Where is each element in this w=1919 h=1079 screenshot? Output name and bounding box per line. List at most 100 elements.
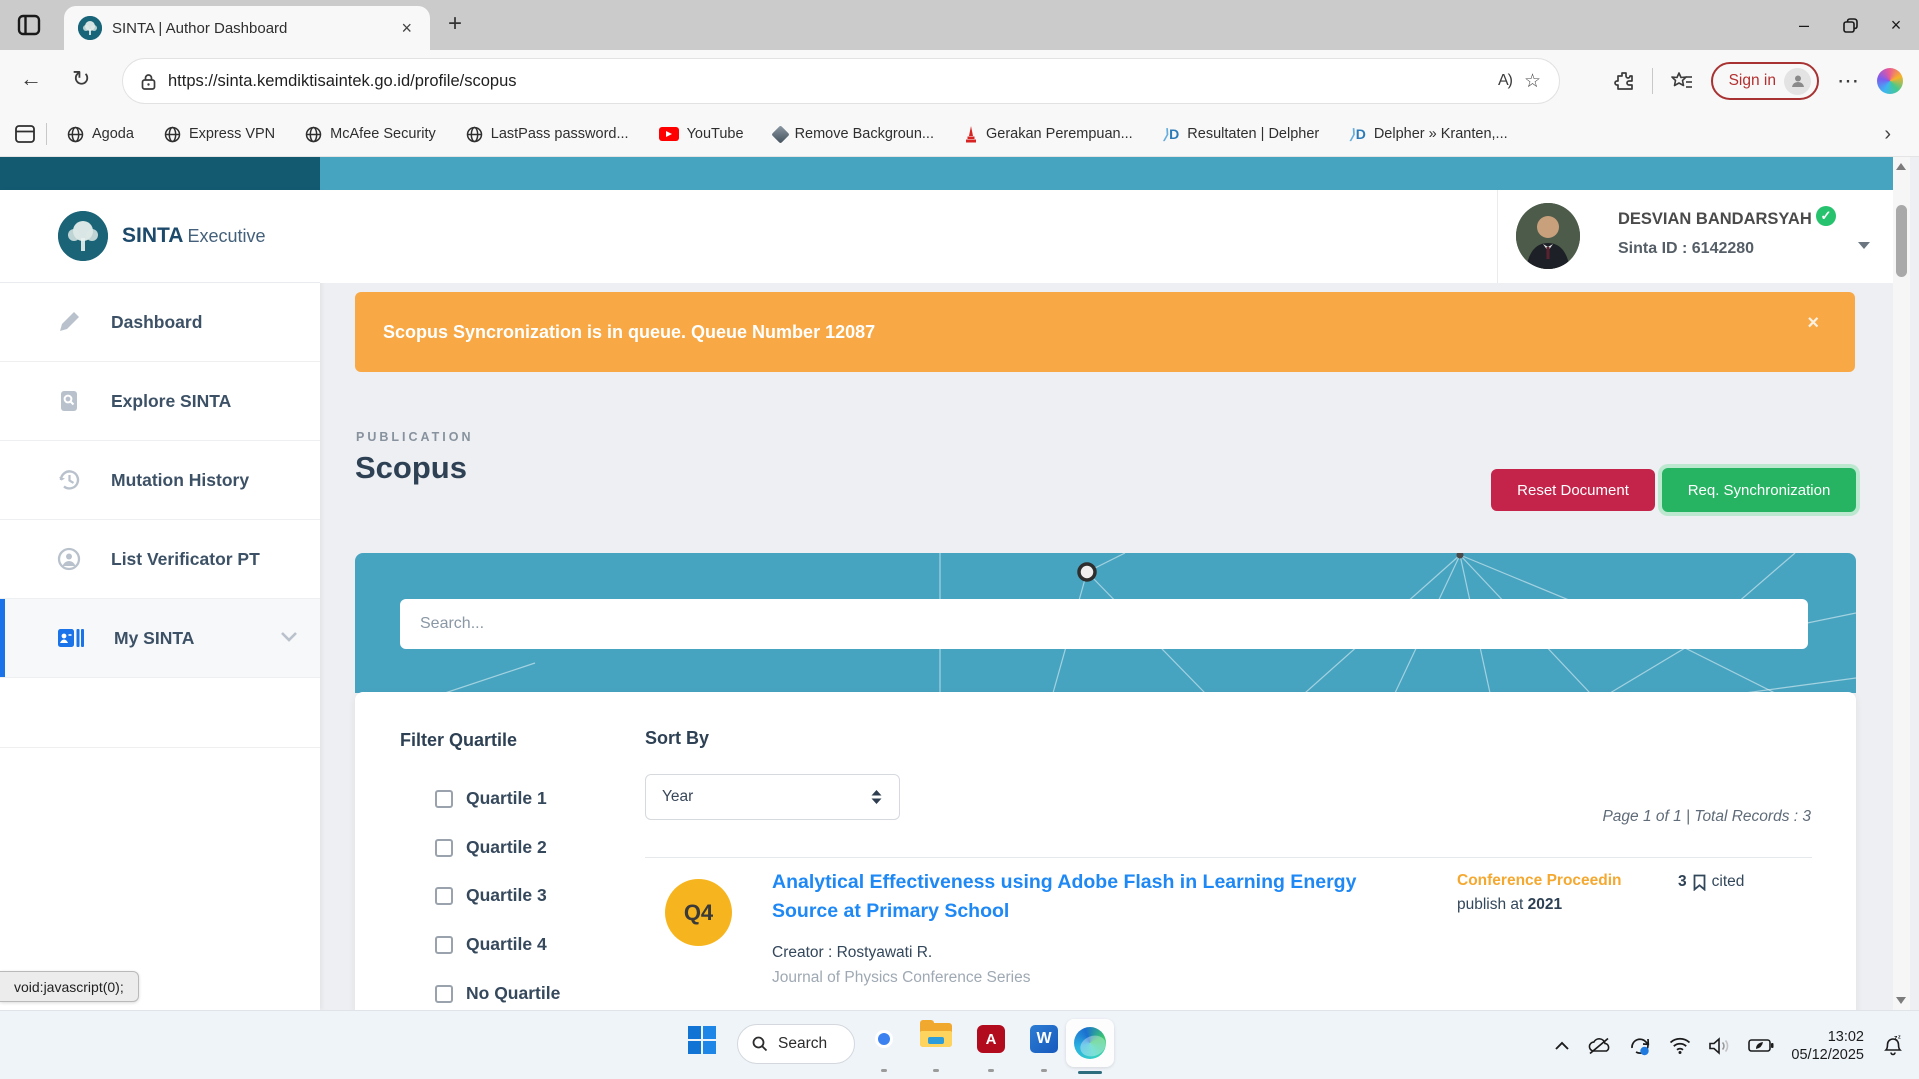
quartile-badge: Q4 — [665, 879, 732, 946]
filter-option-quartile-1[interactable]: Quartile 1 — [435, 788, 547, 809]
sidebar: SINTAExecutive Dashboard Explore SINTA M… — [0, 190, 320, 1010]
extensions-icon[interactable] — [1614, 71, 1634, 91]
favorites-bar-icon[interactable] — [1671, 71, 1693, 91]
window-restore-button[interactable] — [1827, 0, 1873, 50]
user-avatar[interactable] — [1516, 203, 1580, 269]
delpher-icon: ⟩D — [1163, 126, 1180, 143]
publication-title-link[interactable]: Analytical Effectiveness using Adobe Fla… — [772, 868, 1422, 926]
profile-icon — [1784, 68, 1811, 95]
clock-time: 13:02 — [1791, 1028, 1864, 1046]
chevron-down-icon[interactable] — [280, 631, 298, 642]
collections-icon[interactable] — [14, 123, 36, 145]
start-button[interactable] — [688, 1026, 716, 1054]
notification-bell-dnd-icon[interactable]: zz — [1881, 1035, 1905, 1057]
tray-expand-icon[interactable] — [1554, 1041, 1570, 1051]
url-bar[interactable]: https://sinta.kemdiktisaintek.go.id/prof… — [122, 58, 1560, 104]
sort-by-label: Sort By — [645, 728, 709, 749]
bookmark-youtube[interactable]: YouTube — [649, 126, 754, 142]
scroll-up-icon[interactable] — [1896, 163, 1906, 170]
bookmarks-bar: Agoda Express VPN McAfee Security LastPa… — [0, 112, 1919, 157]
bookmark-label: Resultaten | Delpher — [1187, 126, 1319, 142]
edge-icon — [1074, 1027, 1106, 1059]
results-divider — [645, 857, 1812, 858]
favorite-star-icon[interactable]: ☆ — [1524, 70, 1541, 93]
globe-icon — [305, 126, 322, 143]
back-button[interactable]: ← — [20, 66, 42, 92]
taskbar-clock[interactable]: 13:02 05/12/2025 — [1791, 1028, 1864, 1064]
system-tray: 13:02 05/12/2025 zz — [1554, 1011, 1919, 1079]
publication-type: Conference Proceedin — [1457, 872, 1622, 890]
filter-option-quartile-4[interactable]: Quartile 4 — [435, 934, 547, 955]
publication-journal: Journal of Physics Conference Series — [772, 969, 1030, 987]
scrollbar-thumb[interactable] — [1896, 205, 1907, 277]
filter-option-no-quartile[interactable]: No Quartile — [435, 983, 560, 1004]
youtube-icon — [659, 127, 679, 141]
checkbox-label: Quartile 2 — [466, 837, 547, 858]
checkbox[interactable] — [435, 887, 453, 905]
more-menu-icon[interactable]: ⋯ — [1837, 68, 1859, 94]
taskbar-word[interactable]: W — [1030, 1023, 1058, 1053]
read-aloud-icon[interactable]: A) — [1498, 72, 1512, 90]
sidebar-item-list-verificator-pt[interactable]: List Verificator PT — [0, 520, 320, 599]
taskbar-search[interactable]: Search — [737, 1024, 855, 1064]
pencil-icon — [57, 310, 81, 334]
page-title: Scopus — [355, 450, 467, 486]
volume-icon[interactable] — [1708, 1037, 1731, 1055]
checkbox[interactable] — [435, 790, 453, 808]
battery-saver-icon[interactable] — [1748, 1038, 1774, 1053]
scroll-down-icon[interactable] — [1896, 997, 1906, 1004]
sort-by-select[interactable]: Year — [645, 774, 900, 820]
sync-icon[interactable] — [1628, 1036, 1652, 1056]
brand[interactable]: SINTAExecutive — [0, 190, 320, 283]
tab-workspaces-icon[interactable] — [16, 12, 42, 38]
window-close-button[interactable]: × — [1873, 0, 1919, 50]
sign-in-button[interactable]: Sign in — [1711, 62, 1819, 100]
search-input[interactable] — [400, 599, 1808, 649]
globe-icon — [67, 126, 84, 143]
checkbox[interactable] — [435, 985, 453, 1003]
wifi-icon[interactable] — [1669, 1037, 1691, 1054]
sidebar-item-explore-sinta[interactable]: Explore SINTA — [0, 362, 320, 441]
document-search-icon — [57, 389, 81, 413]
onedrive-offline-icon[interactable] — [1587, 1037, 1611, 1055]
sync-queue-banner: Scopus Syncronization is in queue. Queue… — [355, 292, 1855, 372]
main-content: Scopus Syncronization is in queue. Queue… — [320, 283, 1893, 1010]
url-text[interactable]: https://sinta.kemdiktisaintek.go.id/prof… — [168, 72, 1486, 91]
bookmark-agoda[interactable]: Agoda — [57, 126, 144, 143]
bookmark-lastpass[interactable]: LastPass password... — [456, 126, 639, 143]
banner-close-icon[interactable]: × — [1807, 312, 1819, 335]
window-minimize-button[interactable]: – — [1781, 0, 1827, 50]
bookmark-resultaten-delpher[interactable]: ⟩D Resultaten | Delpher — [1153, 126, 1330, 143]
taskbar-acrobat[interactable]: A — [977, 1023, 1005, 1053]
publication-cited: 3 cited — [1678, 873, 1744, 891]
sinta-logo — [58, 211, 108, 261]
browser-tab[interactable]: SINTA | Author Dashboard × — [64, 6, 430, 50]
filter-option-quartile-2[interactable]: Quartile 2 — [435, 837, 547, 858]
bookmark-delpher-kranten[interactable]: ⟩D Delpher » Kranten,... — [1339, 126, 1517, 143]
checkbox[interactable] — [435, 936, 453, 954]
copilot-icon[interactable] — [1877, 68, 1903, 94]
bookmark-mcafee[interactable]: McAfee Security — [295, 126, 446, 143]
bookmark-gerakan-perempuan[interactable]: Gerakan Perempuan... — [954, 126, 1143, 143]
tab-close-icon[interactable]: × — [397, 18, 416, 39]
refresh-button[interactable]: ↻ — [72, 66, 90, 92]
search-panel — [355, 553, 1856, 693]
sidebar-item-mutation-history[interactable]: Mutation History — [0, 441, 320, 520]
sidebar-item-my-sinta[interactable]: My SINTA — [0, 599, 320, 678]
page-top-strip-dark — [0, 157, 320, 190]
bookmark-label: LastPass password... — [491, 126, 629, 142]
bookmark-label: Agoda — [92, 126, 134, 142]
bookmark-express-vpn[interactable]: Express VPN — [154, 126, 285, 143]
checkbox[interactable] — [435, 839, 453, 857]
user-menu-caret-icon[interactable] — [1858, 242, 1870, 249]
filter-option-quartile-3[interactable]: Quartile 3 — [435, 885, 547, 906]
monument-icon — [964, 126, 978, 143]
taskbar-edge-active[interactable] — [1066, 1019, 1114, 1067]
page-scrollbar[interactable] — [1893, 157, 1910, 1010]
sidebar-item-dashboard[interactable]: Dashboard — [0, 283, 320, 362]
new-tab-button[interactable]: + — [448, 10, 462, 38]
bookmark-remove-background[interactable]: Remove Backgroun... — [764, 126, 944, 142]
req-synchronization-button[interactable]: Req. Synchronization — [1662, 468, 1856, 512]
bookmarks-overflow-icon[interactable]: › — [1884, 123, 1905, 146]
reset-document-button[interactable]: Reset Document — [1491, 469, 1655, 511]
